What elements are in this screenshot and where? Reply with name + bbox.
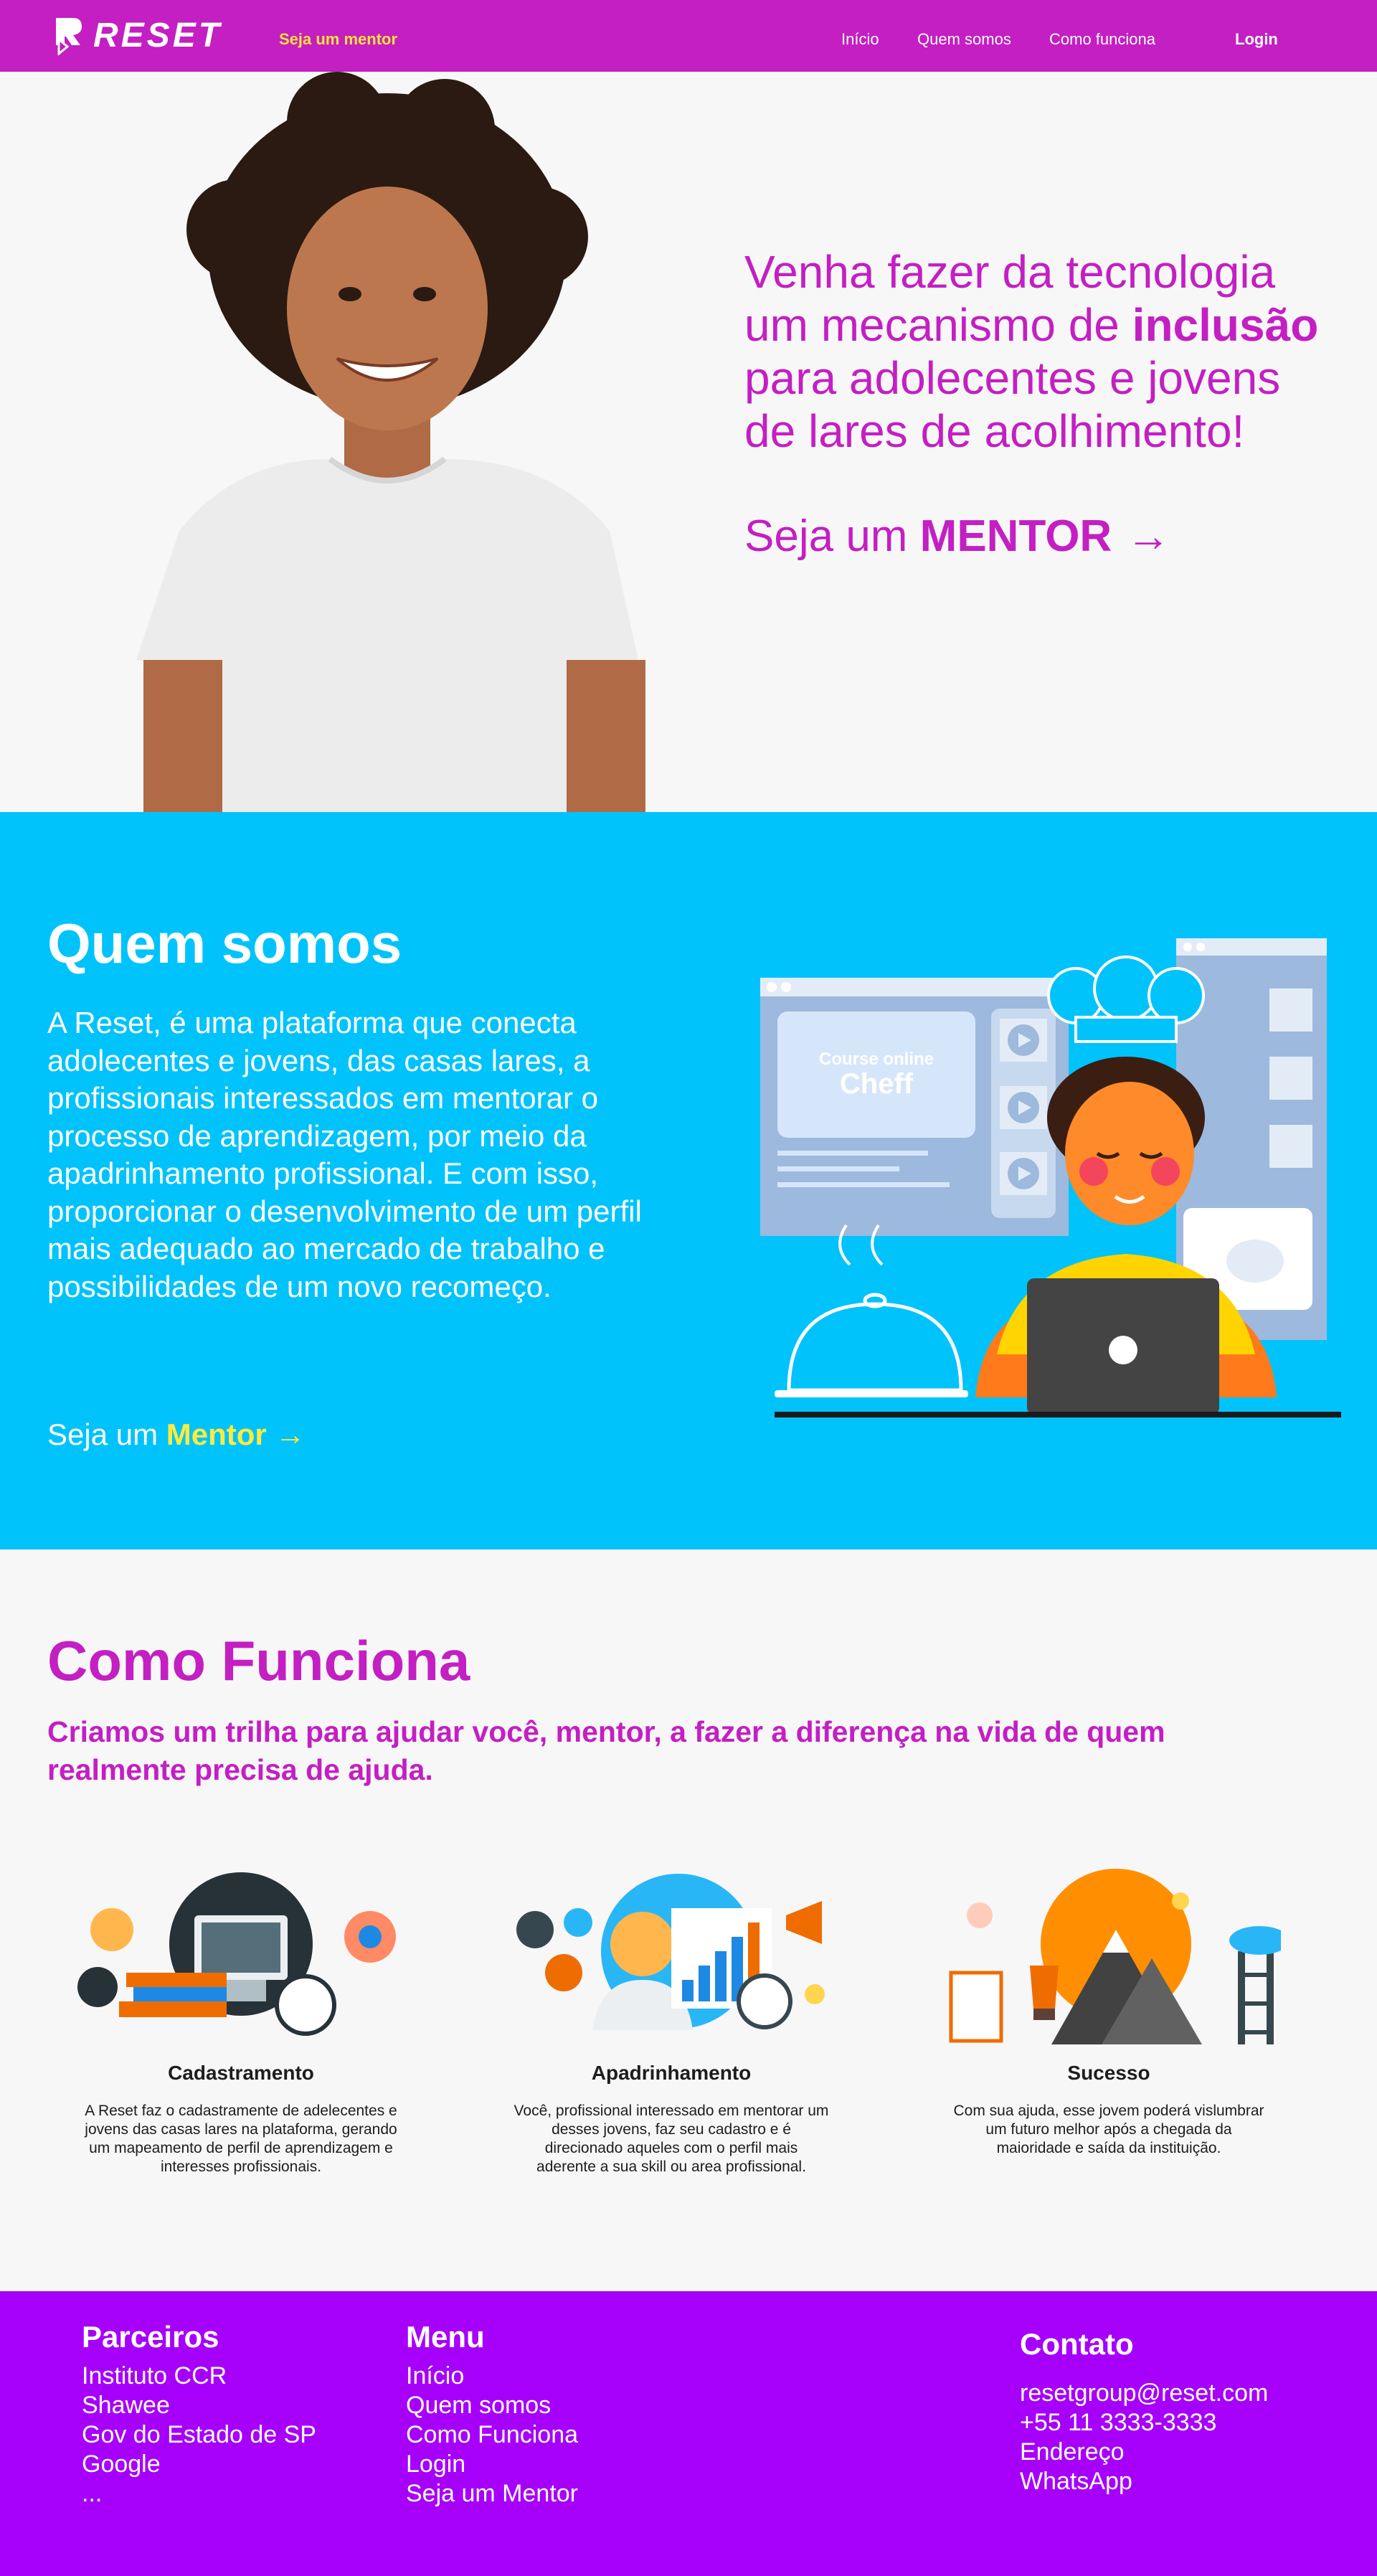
footer-contact-address[interactable]: Endereço bbox=[1020, 2438, 1268, 2467]
hero-headline: Venha fazer da tecnologia um mecanismo d… bbox=[744, 246, 1319, 457]
footer-partner-item[interactable]: Shawee bbox=[82, 2391, 316, 2420]
footer-contact-phone[interactable]: +55 11 3333-3333 bbox=[1020, 2408, 1268, 2438]
step-sucesso: Sucesso Com sua ajuda, esse jovem poderá… bbox=[922, 1865, 1295, 2158]
step-text: Com sua ajuda, esse jovem poderá vislumb… bbox=[953, 2103, 1264, 2156]
footer-menu-title: Menu bbox=[406, 2320, 485, 2354]
footer: Parceiros Instituto CCR Shawee Gov do Es… bbox=[0, 2291, 1377, 2576]
top-navbar: RESET Seja um mentor Início Quem somos C… bbox=[0, 0, 1377, 72]
footer-menu-como-funciona[interactable]: Como Funciona bbox=[406, 2420, 578, 2450]
hero-mentor-cta[interactable]: Seja um MENTOR → bbox=[744, 511, 1170, 562]
svg-text:Course online: Course online bbox=[819, 1049, 934, 1069]
footer-menu-seja-mentor[interactable]: Seja um Mentor bbox=[406, 2479, 578, 2509]
footer-menu: Menu Início Quem somos Como Funciona Log… bbox=[406, 2320, 578, 2509]
online-course-illustration: Course online Cheff bbox=[760, 938, 1341, 1417]
how-subtitle: Criamos um trilha para ajudar você, ment… bbox=[47, 1715, 1165, 1786]
registration-illustration bbox=[77, 1872, 396, 2036]
about-section: Quem somos A Reset, é uma plataforma que… bbox=[0, 812, 1377, 1549]
step-cadastramento: Cadastramento A Reset faz o cadastrament… bbox=[55, 1865, 427, 2176]
step-title: Cadastramento bbox=[168, 2062, 314, 2084]
nav-link-inicio[interactable]: Início bbox=[841, 30, 879, 49]
footer-partner-item[interactable]: ... bbox=[82, 2479, 316, 2509]
footer-partner-item[interactable]: Gov do Estado de SP bbox=[82, 2420, 316, 2450]
svg-text:Cheff: Cheff bbox=[840, 1068, 914, 1100]
hero-section: Venha fazer da tecnologia um mecanismo d… bbox=[0, 72, 1377, 812]
footer-menu-login[interactable]: Login bbox=[406, 2450, 578, 2479]
footer-contact-title: Contato bbox=[1020, 2327, 1134, 2361]
logo-icon bbox=[56, 17, 82, 55]
footer-menu-quem-somos[interactable]: Quem somos bbox=[406, 2391, 578, 2420]
footer-partners: Parceiros Instituto CCR Shawee Gov do Es… bbox=[82, 2320, 316, 2509]
step-title: Apadrinhamento bbox=[591, 2062, 752, 2084]
how-it-works-section: Como Funciona Criamos um trilha para aju… bbox=[0, 1549, 1377, 2291]
step-text: Você, profissional interessado em mentor… bbox=[514, 2103, 829, 2175]
nav-link-como-funciona[interactable]: Como funciona bbox=[1049, 30, 1155, 49]
footer-menu-inicio[interactable]: Início bbox=[406, 2362, 578, 2391]
about-title: Quem somos bbox=[47, 912, 402, 975]
nav-link-quem-somos[interactable]: Quem somos bbox=[917, 30, 1011, 49]
footer-partners-title: Parceiros bbox=[82, 2320, 219, 2354]
footer-contact-email[interactable]: resetgroup@reset.com bbox=[1020, 2379, 1268, 2408]
step-title: Sucesso bbox=[1067, 2062, 1150, 2084]
sponsorship-illustration bbox=[516, 1874, 825, 2030]
success-illustration bbox=[949, 1869, 1281, 2044]
step-apadrinhamento: Apadrinhamento Você, profissional intere… bbox=[485, 1865, 858, 2176]
about-text: A Reset, é uma plataforma que conecta ad… bbox=[47, 1006, 642, 1303]
arrow-right-icon: → bbox=[275, 1417, 306, 1451]
nav-link-seja-mentor[interactable]: Seja um mentor bbox=[279, 30, 397, 49]
login-button[interactable]: Login bbox=[1235, 30, 1278, 49]
how-title: Como Funciona bbox=[47, 1629, 470, 1692]
hero-woman-photo bbox=[136, 72, 645, 812]
footer-partner-item[interactable]: Google bbox=[82, 2450, 316, 2479]
logo-text: RESET bbox=[93, 16, 223, 55]
about-mentor-cta[interactable]: Seja um Mentor → bbox=[47, 1417, 306, 1452]
logo[interactable]: RESET bbox=[52, 16, 222, 55]
arrow-right-icon: → bbox=[1126, 511, 1171, 561]
footer-partner-item[interactable]: Instituto CCR bbox=[82, 2362, 316, 2391]
footer-contact: Contato resetgroup@reset.com +55 11 3333… bbox=[1020, 2327, 1268, 2496]
footer-contact-whatsapp[interactable]: WhatsApp bbox=[1020, 2467, 1268, 2496]
step-text: A Reset faz o cadastramente de adelecent… bbox=[85, 2103, 397, 2175]
